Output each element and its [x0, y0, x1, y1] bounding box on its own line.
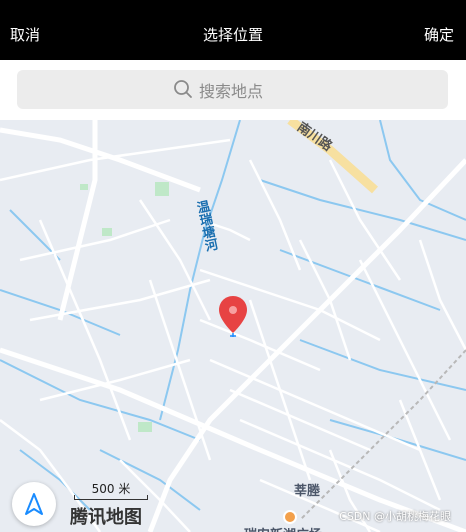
search-bar: 搜索地点 — [0, 60, 466, 121]
scale-bar — [74, 495, 148, 500]
poi-label-xincheng: 莘塍 — [294, 484, 321, 499]
page-title: 选择位置 — [202, 26, 263, 44]
poi-label-square: 瑞安新湖广场 — [244, 524, 322, 532]
confirm-button[interactable]: 确定 — [424, 24, 454, 46]
search-placeholder: 搜索地点 — [199, 82, 264, 101]
search-input[interactable]: 搜索地点 — [17, 70, 448, 109]
location-pin-icon — [219, 296, 247, 337]
map-view[interactable]: 南川路 温瑞塘河 莘塍 瑞安新湖广场 500 米 腾讯地图 CSDN @小胡桃梅… — [0, 120, 466, 532]
map-scale: 500 米 — [74, 480, 148, 502]
poi-marker — [283, 510, 297, 524]
search-icon — [174, 80, 192, 98]
navigation-arrow-icon — [25, 493, 43, 515]
watermark: CSDN @小胡桃梅花眼 — [339, 510, 451, 523]
map-brand-logo: 腾讯地图 — [70, 507, 142, 528]
locate-button[interactable] — [12, 482, 56, 526]
top-bar: 取消 选择位置 确定 — [0, 0, 466, 60]
